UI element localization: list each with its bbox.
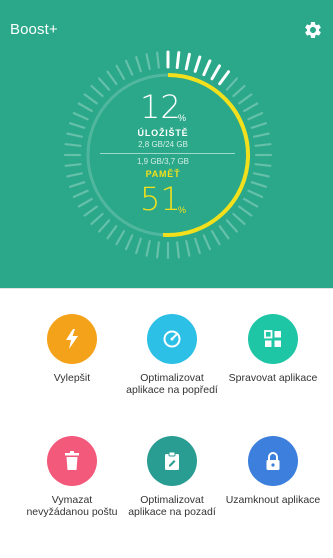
gauge-tick [90,84,104,98]
storage-level-tick [175,51,181,69]
gauge-tick [64,143,82,147]
gauge-tick [83,93,98,105]
gauge-tick [156,51,160,69]
gauge-tick [135,237,142,255]
gauge-tick [232,84,246,98]
gauge-tick [210,230,221,246]
gauge-tick [77,102,93,113]
speedometer-icon [163,330,181,348]
gauge-divider [100,153,235,154]
gauge-tick [243,197,259,208]
gauge-tick [247,111,264,121]
gauge-tick [66,132,84,138]
storage-detail: 2,8 GB/24 GB [138,140,188,149]
gauge-tick [243,102,259,113]
gauge-tick [77,197,93,208]
gauge-tick [145,53,151,71]
lock-icon [266,452,280,470]
gauge-tick [254,163,272,167]
gauge-tick [145,240,151,257]
gauge-tick [135,55,142,73]
gauge-tick [225,219,238,233]
gauge-tick [247,189,264,198]
gauge-tick [202,234,211,251]
gauge-tick [106,225,118,240]
gauge-tick [72,111,89,121]
gauge-tick [97,77,111,91]
gauge-tick [115,64,126,80]
app-grid-icon [264,330,281,347]
gauge-tick [97,219,111,233]
gauge-tick [124,59,134,76]
gauge-tick [238,93,253,105]
storage-level-tick [218,70,230,86]
memory-label: PAMĚŤ [145,169,181,179]
optimize-background-action[interactable]: Optimalizovat aplikace na pozadí [122,436,222,518]
gauge-tick [156,241,160,259]
clear-junk-action[interactable]: Vymazat nevyžádanou poštu [22,436,122,518]
storage-percent-sign: % [178,113,187,123]
gauge-tick [68,181,86,188]
gauge-tick [253,172,270,178]
boost-action[interactable]: Vylepšit [22,314,122,384]
boost-action-circle[interactable] [47,314,97,364]
gauge-tick [250,181,268,188]
gauge-tick [64,163,82,167]
gauge-tick [238,205,253,217]
clear-junk-circle[interactable] [47,436,97,486]
gauge-tick [106,70,118,85]
gauge-tick [225,77,238,91]
storage-label: ÚLOŽIŠTĚ [137,128,189,138]
manage-apps-circle[interactable] [248,314,298,364]
gauge-tick [176,241,180,259]
gauge-tick [218,225,230,240]
gauge-tick [232,212,246,225]
storage-level-tick [210,64,221,81]
lightning-bolt-icon [66,329,78,349]
optimize-foreground-action[interactable]: Optimalizovat aplikace na popředí [122,314,222,396]
gauge-tick [124,234,134,251]
gauge-tick [72,189,89,198]
clipboard-edit-icon [165,451,179,470]
action-label: Vylepšit [53,372,91,384]
boost-plus-screen: Boost+ 12 % ÚLOŽIŠTĚ 2,8 GB/24 GB 1,9 GB… [0,0,333,558]
gauge-tick [194,237,201,255]
action-label: Optimalizovat aplikace na pozadí [128,494,216,518]
gauge-tick [115,230,126,246]
action-label: Spravovat aplikace [228,372,318,384]
memory-percent-sign: % [178,205,187,215]
action-grid: Vylepšit Optimalizovat aplikace na popře… [0,289,333,558]
gauge-tick [254,143,272,147]
gauge-tick [83,205,98,217]
storage-percent: 12 [140,88,181,126]
action-label: Optimalizovat aplikace na popředí [126,372,218,396]
manage-apps-action[interactable]: Spravovat aplikace [223,314,323,384]
optimize-foreground-circle[interactable] [147,314,197,364]
trash-icon [65,451,79,470]
memory-detail: 1,9 GB/3,7 GB [136,157,190,166]
gauge-tick [185,240,191,257]
storage-level-tick [184,52,191,71]
gauge-tick [253,132,270,138]
gauge-tick [250,122,268,129]
optimize-background-circle[interactable] [147,436,197,486]
action-label: Vymazat nevyžádanou poštu [26,494,118,518]
storage-level-tick [202,59,212,77]
gauge-tick [68,122,86,129]
gauge-tick [66,172,84,178]
lock-apps-circle[interactable] [248,436,298,486]
storage-level-tick [193,55,202,73]
action-label: Uzamknout aplikace [225,494,321,506]
memory-percent: 51 [140,180,181,218]
gauge-tick [90,212,104,225]
status-panel: Boost+ 12 % ÚLOŽIŠTĚ 2,8 GB/24 GB 1,9 GB… [0,0,333,288]
lock-apps-action[interactable]: Uzamknout aplikace [223,436,323,506]
